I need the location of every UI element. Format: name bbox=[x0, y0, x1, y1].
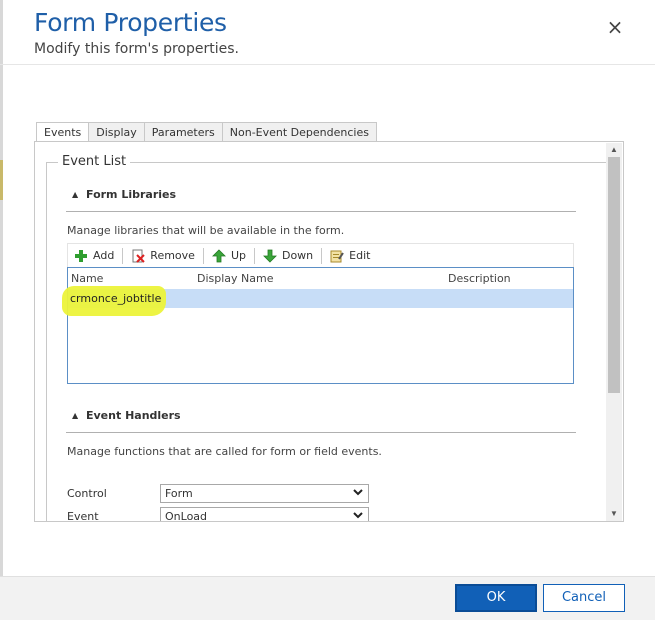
close-icon[interactable]: × bbox=[603, 15, 627, 39]
libraries-grid[interactable]: Name Display Name Description bbox=[67, 267, 574, 384]
remove-button[interactable]: Remove bbox=[125, 246, 201, 266]
remove-icon bbox=[131, 249, 146, 263]
event-handlers-heading: Event Handlers bbox=[86, 409, 181, 422]
event-handlers-header[interactable]: ▲ Event Handlers bbox=[72, 409, 181, 422]
toolbar-separator bbox=[122, 247, 124, 264]
up-button[interactable]: Up bbox=[206, 246, 252, 266]
down-label: Down bbox=[281, 249, 314, 262]
remove-label: Remove bbox=[150, 249, 195, 262]
ok-button[interactable]: OK bbox=[455, 584, 537, 612]
panel-scrollbar[interactable]: ▲ ▼ bbox=[606, 143, 622, 521]
background-accent bbox=[0, 160, 3, 200]
form-libraries-rule bbox=[66, 211, 576, 212]
header-divider bbox=[0, 64, 655, 65]
scroll-up-icon[interactable]: ▲ bbox=[606, 143, 622, 157]
arrow-up-icon bbox=[211, 248, 226, 263]
toolbar-separator bbox=[321, 247, 323, 264]
arrow-down-icon bbox=[263, 249, 277, 263]
edit-icon bbox=[330, 249, 344, 263]
edit-button[interactable]: Edit bbox=[324, 246, 376, 266]
collapse-triangle-icon: ▲ bbox=[72, 190, 79, 199]
panel-mask bbox=[34, 522, 624, 576]
control-select-value: Form bbox=[165, 487, 193, 500]
add-label: Add bbox=[93, 249, 115, 262]
column-header-description[interactable]: Description bbox=[448, 272, 511, 285]
background-window-edge bbox=[0, 0, 3, 620]
cancel-button[interactable]: Cancel bbox=[543, 584, 625, 612]
control-select[interactable]: Form bbox=[160, 484, 369, 503]
tab-strip: Events Display Parameters Non-Event Depe… bbox=[36, 122, 377, 143]
toolbar-separator bbox=[202, 247, 204, 264]
plus-icon bbox=[74, 249, 88, 263]
form-libraries-heading: Form Libraries bbox=[86, 188, 177, 201]
form-libraries-description: Manage libraries that will be available … bbox=[67, 224, 345, 237]
tab-parameters[interactable]: Parameters bbox=[144, 122, 223, 142]
add-button[interactable]: Add bbox=[68, 246, 120, 266]
library-name-cell[interactable]: crmonce_jobtitle bbox=[70, 292, 161, 305]
grid-header: Name Display Name Description bbox=[68, 268, 573, 288]
column-header-name[interactable]: Name bbox=[71, 272, 103, 285]
tab-events[interactable]: Events bbox=[36, 122, 90, 143]
form-libraries-header[interactable]: ▲ Form Libraries bbox=[72, 188, 176, 201]
fieldset-border-left bbox=[46, 162, 47, 522]
up-label: Up bbox=[230, 249, 246, 262]
dialog-title: Form Properties bbox=[34, 8, 227, 37]
scroll-thumb[interactable] bbox=[608, 157, 620, 393]
collapse-triangle-icon: ▲ bbox=[72, 411, 79, 420]
dialog-subtitle: Modify this form's properties. bbox=[34, 41, 239, 57]
edit-label: Edit bbox=[349, 249, 371, 262]
event-handlers-description: Manage functions that are called for for… bbox=[67, 445, 382, 458]
chevron-down-icon bbox=[353, 487, 363, 500]
scroll-down-icon[interactable]: ▼ bbox=[606, 507, 622, 521]
down-button[interactable]: Down bbox=[257, 246, 319, 266]
toolbar-separator bbox=[253, 247, 255, 264]
column-header-display-name[interactable]: Display Name bbox=[197, 272, 274, 285]
tab-non-event-dependencies[interactable]: Non-Event Dependencies bbox=[222, 122, 377, 142]
libraries-toolbar: Add Remove Up Down Edit bbox=[67, 243, 574, 267]
event-handlers-rule bbox=[66, 432, 576, 433]
event-list-legend: Event List bbox=[58, 154, 131, 169]
tab-display[interactable]: Display bbox=[89, 122, 145, 142]
control-label: Control bbox=[67, 487, 107, 500]
